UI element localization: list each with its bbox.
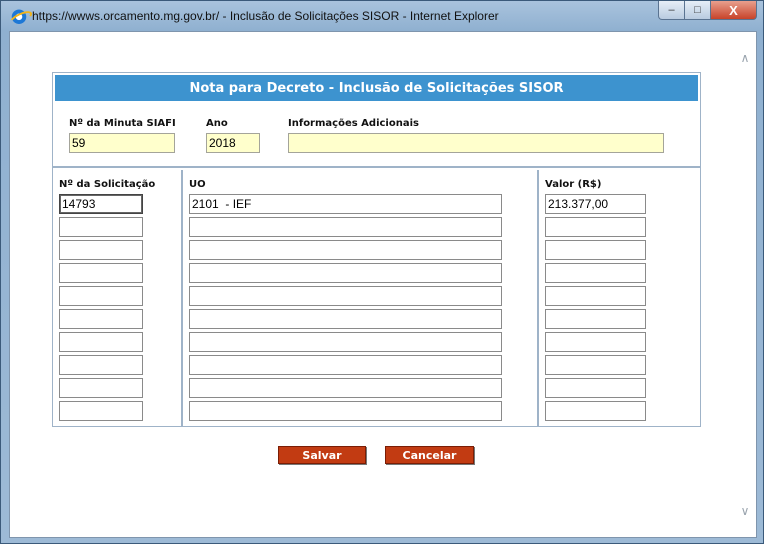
info-label: Informações Adicionais — [288, 118, 419, 129]
valor-input[interactable] — [545, 240, 646, 260]
solicitacao-input[interactable] — [59, 332, 143, 352]
uo-input[interactable] — [189, 194, 502, 214]
minuta-input[interactable] — [69, 133, 175, 153]
close-button[interactable]: X — [711, 1, 757, 20]
minuta-label: Nº da Minuta SIAFI — [69, 118, 176, 129]
solicitacao-input[interactable] — [59, 355, 143, 375]
form-title: Nota para Decreto - Inclusão de Solicita… — [53, 73, 700, 103]
solicitacao-input[interactable] — [59, 378, 143, 398]
valor-input[interactable] — [545, 332, 646, 352]
solicitacao-input[interactable] — [59, 194, 143, 214]
valor-input[interactable] — [545, 378, 646, 398]
ano-input[interactable] — [206, 133, 260, 153]
solicitacao-input[interactable] — [59, 286, 143, 306]
maximize-button[interactable]: □ — [685, 1, 711, 20]
column-divider — [181, 170, 183, 426]
valor-input[interactable] — [545, 217, 646, 237]
solicitacao-input[interactable] — [59, 240, 143, 260]
info-input[interactable] — [288, 133, 664, 153]
scroll-up-icon[interactable]: ∧ — [738, 52, 752, 64]
uo-input[interactable] — [189, 309, 502, 329]
form-actions: Salvar Cancelar — [10, 446, 756, 466]
window-title: https://wwws.orcamento.mg.gov.br/ - Incl… — [32, 9, 499, 23]
valor-header: Valor (R$) — [545, 179, 602, 190]
column-divider — [537, 170, 539, 426]
scroll-down-icon[interactable]: ∨ — [738, 505, 752, 517]
window-controls: – □ X — [658, 1, 757, 20]
uo-input[interactable] — [189, 286, 502, 306]
save-button[interactable]: Salvar — [278, 446, 366, 464]
uo-input[interactable] — [189, 217, 502, 237]
solicitacao-input[interactable] — [59, 263, 143, 283]
ano-label: Ano — [206, 118, 228, 129]
valor-input[interactable] — [545, 263, 646, 283]
uo-input[interactable] — [189, 263, 502, 283]
uo-input[interactable] — [189, 401, 502, 421]
solicitacao-input[interactable] — [59, 401, 143, 421]
browser-popup-window: https://wwws.orcamento.mg.gov.br/ - Incl… — [0, 0, 764, 544]
title-bar[interactable]: https://wwws.orcamento.mg.gov.br/ - Incl… — [1, 1, 763, 31]
header-fields: Nº da Minuta SIAFI Ano Informações Adici… — [53, 103, 700, 168]
valor-input[interactable] — [545, 401, 646, 421]
uo-header: UO — [189, 179, 206, 190]
solicitacao-input[interactable] — [59, 217, 143, 237]
solicitation-form: Nota para Decreto - Inclusão de Solicita… — [52, 72, 701, 427]
minimize-button[interactable]: – — [658, 1, 685, 20]
solicitacao-header: Nº da Solicitação — [59, 179, 156, 190]
internet-explorer-icon — [11, 8, 27, 24]
uo-input[interactable] — [189, 240, 502, 260]
solicitacao-input[interactable] — [59, 309, 143, 329]
valor-input[interactable] — [545, 355, 646, 375]
valor-input[interactable] — [545, 194, 646, 214]
valor-input[interactable] — [545, 286, 646, 306]
page-content: ∧ ∨ Nota para Decreto - Inclusão de Soli… — [9, 31, 757, 538]
cancel-button[interactable]: Cancelar — [385, 446, 474, 464]
uo-input[interactable] — [189, 355, 502, 375]
valor-input[interactable] — [545, 309, 646, 329]
uo-input[interactable] — [189, 378, 502, 398]
solicitation-table: Nº da Solicitação UO Valor (R$) — [53, 170, 700, 426]
uo-input[interactable] — [189, 332, 502, 352]
